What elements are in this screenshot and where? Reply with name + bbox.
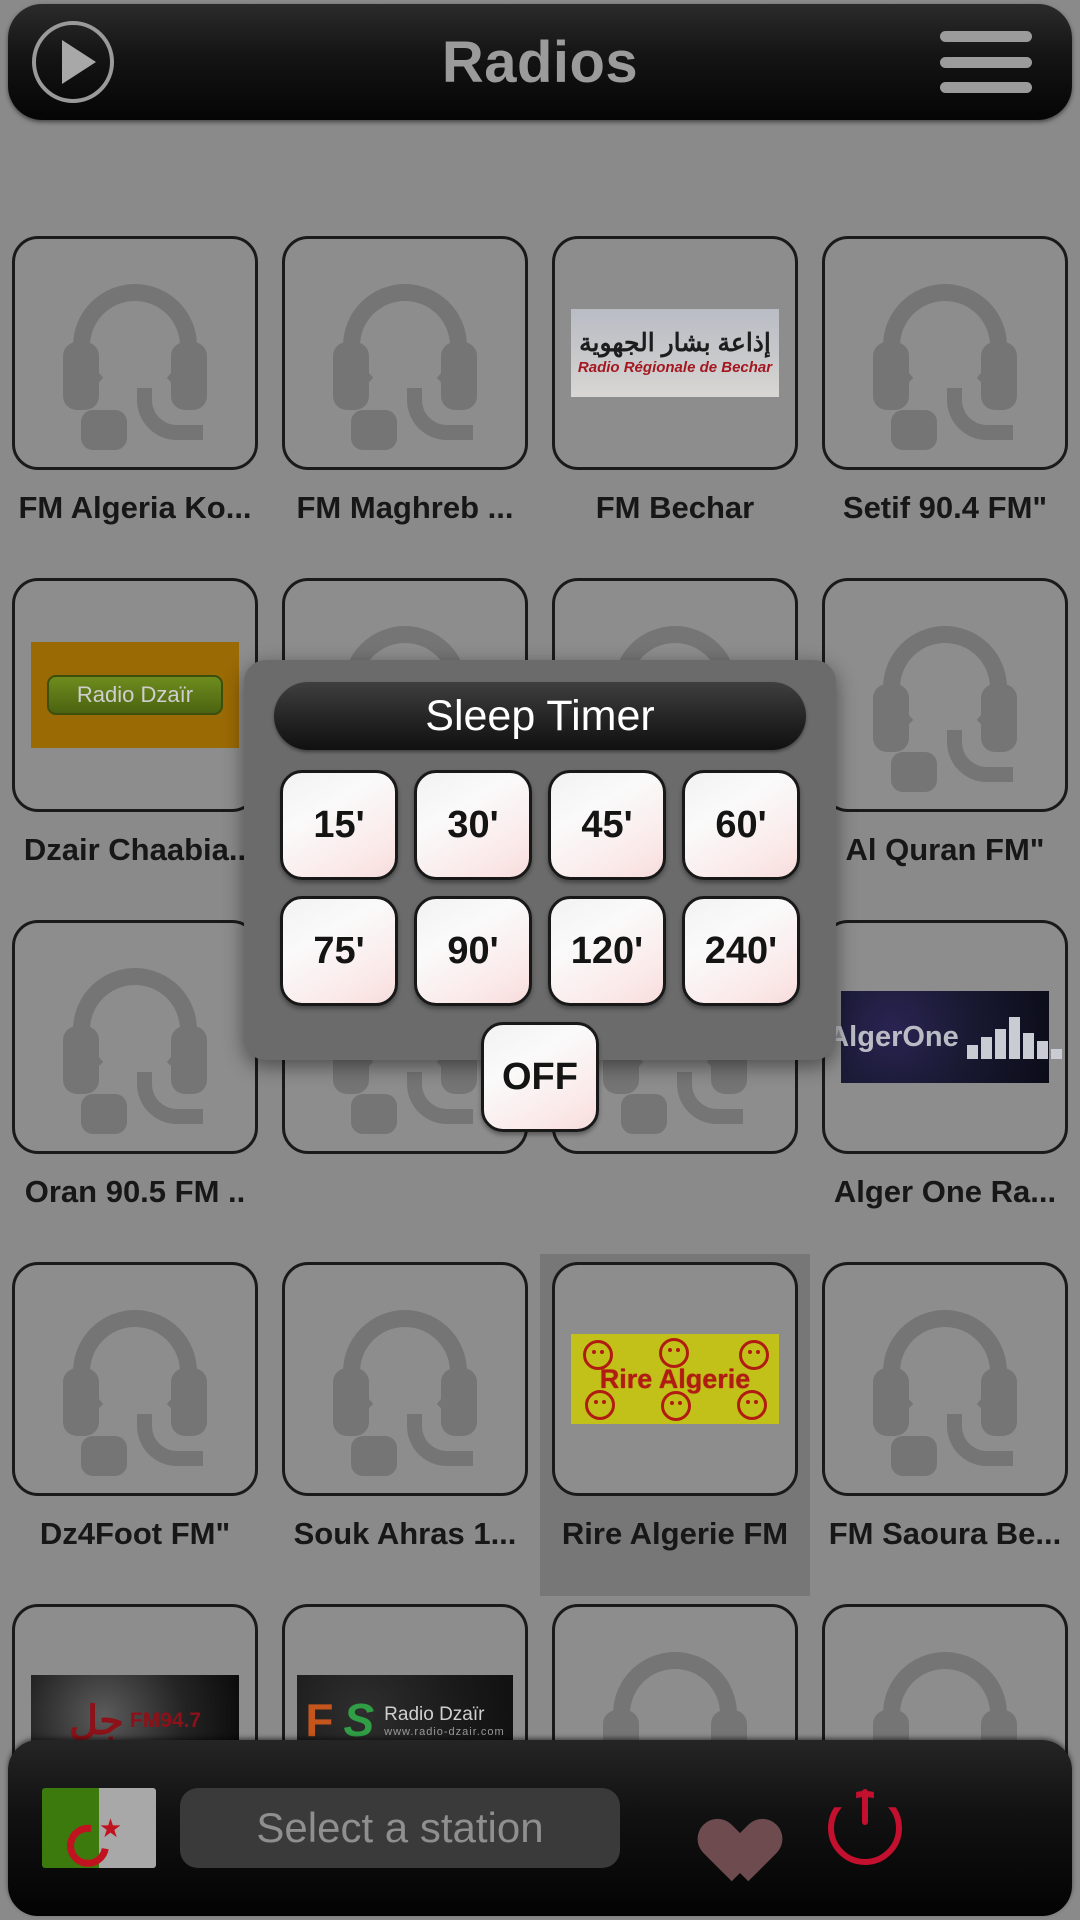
timer-option-240[interactable]: 240' [682, 896, 800, 1006]
timer-option-60[interactable]: 60' [682, 770, 800, 880]
station-tile[interactable]: FM Algeria Ko... [0, 228, 270, 570]
headset-icon [325, 1304, 485, 1476]
timer-option-120[interactable]: 120' [548, 896, 666, 1006]
sleep-timer-dialog: Sleep Timer 15' 30' 45' 60' 75' 90' 120'… [244, 660, 836, 1132]
station-artwork [12, 236, 258, 470]
station-tile[interactable]: FM Maghreb ... [270, 228, 540, 570]
station-artwork [822, 236, 1068, 470]
page-title: Radios [441, 29, 639, 95]
radio-dzair-logo-url: www.radio-dzair.com [384, 1726, 505, 1738]
hamburger-menu-icon[interactable] [940, 31, 1032, 93]
station-tile[interactable]: Oran 90.5 FM .. [0, 912, 270, 1254]
radio-dzair-logo-text: Radio Dzaïr [384, 1704, 485, 1725]
timer-option-15[interactable]: 15' [280, 770, 398, 880]
station-label: FM Bechar [595, 490, 755, 525]
station-artwork [12, 1262, 258, 1496]
timer-option-75[interactable]: 75' [280, 896, 398, 1006]
algerone-logo: AlgerOne [828, 991, 1062, 1083]
radio-dzair-logo-s: S [343, 1694, 375, 1747]
hamburger-line [940, 31, 1032, 42]
sleep-timer-row-3: OFF [268, 1022, 812, 1132]
station-label: Oran 90.5 FM .. [24, 1174, 246, 1209]
station-label: Al Quran FM" [845, 832, 1045, 867]
station-label: FM Saoura Be... [828, 1516, 1062, 1551]
station-tile-selected[interactable]: Rire Algerie Rire Algerie FM [540, 1254, 810, 1596]
timer-option-90[interactable]: 90' [414, 896, 532, 1006]
timer-option-off[interactable]: OFF [481, 1022, 599, 1132]
rire-algerie-logo-text: Rire Algerie [599, 1363, 751, 1394]
bottom-toolbar: ★ Select a station [8, 1740, 1072, 1916]
headset-icon [865, 278, 1025, 450]
station-tile[interactable]: AlgerOne Alger One Ra... [810, 912, 1080, 1254]
station-artwork: Radio Dzaïr [12, 578, 258, 812]
heart-icon[interactable] [682, 1793, 758, 1863]
station-artwork: Rire Algerie [552, 1262, 798, 1496]
station-label: Setif 90.4 FM" [842, 490, 1048, 525]
bechar-logo: إذاعة بشار الجهوية Radio Régionale de Be… [571, 309, 779, 397]
fm947-logo-text: FM94.7 [129, 1709, 202, 1732]
station-tile[interactable]: Dz4Foot FM" [0, 1254, 270, 1596]
station-label: FM Maghreb ... [296, 490, 514, 525]
rire-algerie-logo: Rire Algerie [571, 1334, 779, 1424]
app-root: Radios FM Algeria Ko... FM Maghreb ... إ… [0, 0, 1080, 1920]
equalizer-icon [966, 1015, 1062, 1059]
dzair-logo-text: Radio Dzaïr [47, 675, 223, 715]
headset-icon [325, 278, 485, 450]
station-label: FM Algeria Ko... [18, 490, 252, 525]
station-tile[interactable]: Souk Ahras 1... [270, 1254, 540, 1596]
hamburger-line [940, 82, 1032, 93]
sleep-timer-title: Sleep Timer [274, 682, 806, 750]
hamburger-line [940, 56, 1032, 68]
play-triangle-icon [62, 40, 96, 84]
power-icon[interactable] [824, 1787, 906, 1869]
station-label: Rire Algerie FM [561, 1516, 789, 1551]
station-label: Souk Ahras 1... [293, 1516, 517, 1551]
headset-icon [865, 620, 1025, 792]
timer-option-30[interactable]: 30' [414, 770, 532, 880]
station-artwork [12, 920, 258, 1154]
play-icon[interactable] [32, 21, 114, 103]
bechar-logo-arabic: إذاعة بشار الجهوية [579, 329, 771, 357]
radio-dzair-logo-f: F [305, 1694, 334, 1747]
headset-icon [55, 278, 215, 450]
timer-option-45[interactable]: 45' [548, 770, 666, 880]
app-header: Radios [8, 4, 1072, 120]
station-tile[interactable]: Setif 90.4 FM" [810, 228, 1080, 570]
fm947-logo-arabic: جل [68, 1699, 124, 1743]
bechar-logo-french: Radio Régionale de Bechar [577, 359, 773, 376]
algerone-logo-text: AlgerOne [828, 1020, 959, 1053]
station-tile[interactable]: FM Saoura Be... [810, 1254, 1080, 1596]
headset-icon [865, 1304, 1025, 1476]
sleep-timer-row-1: 15' 30' 45' 60' [268, 770, 812, 880]
headset-icon [55, 962, 215, 1134]
sleep-timer-row-2: 75' 90' 120' 240' [268, 896, 812, 1006]
algeria-flag-icon[interactable]: ★ [42, 1788, 156, 1868]
station-label: Dzair Chaabia.. [23, 832, 247, 867]
station-label: Dz4Foot FM" [39, 1516, 231, 1551]
station-artwork [822, 578, 1068, 812]
station-tile[interactable]: Radio Dzaïr Dzair Chaabia.. [0, 570, 270, 912]
station-tile[interactable]: إذاعة بشار الجهوية Radio Régionale de Be… [540, 228, 810, 570]
station-tile[interactable]: Al Quran FM" [810, 570, 1080, 912]
station-artwork: AlgerOne [822, 920, 1068, 1154]
station-label: Alger One Ra... [833, 1174, 1057, 1209]
sleep-timer-options: 15' 30' 45' 60' 75' 90' 120' 240' OFF [268, 770, 812, 1132]
station-artwork [282, 236, 528, 470]
selected-station-field[interactable]: Select a station [180, 1788, 620, 1868]
station-artwork [282, 1262, 528, 1496]
station-artwork [822, 1262, 1068, 1496]
station-artwork: إذاعة بشار الجهوية Radio Régionale de Be… [552, 236, 798, 470]
dzair-logo: Radio Dzaïr [31, 642, 239, 748]
headset-icon [55, 1304, 215, 1476]
